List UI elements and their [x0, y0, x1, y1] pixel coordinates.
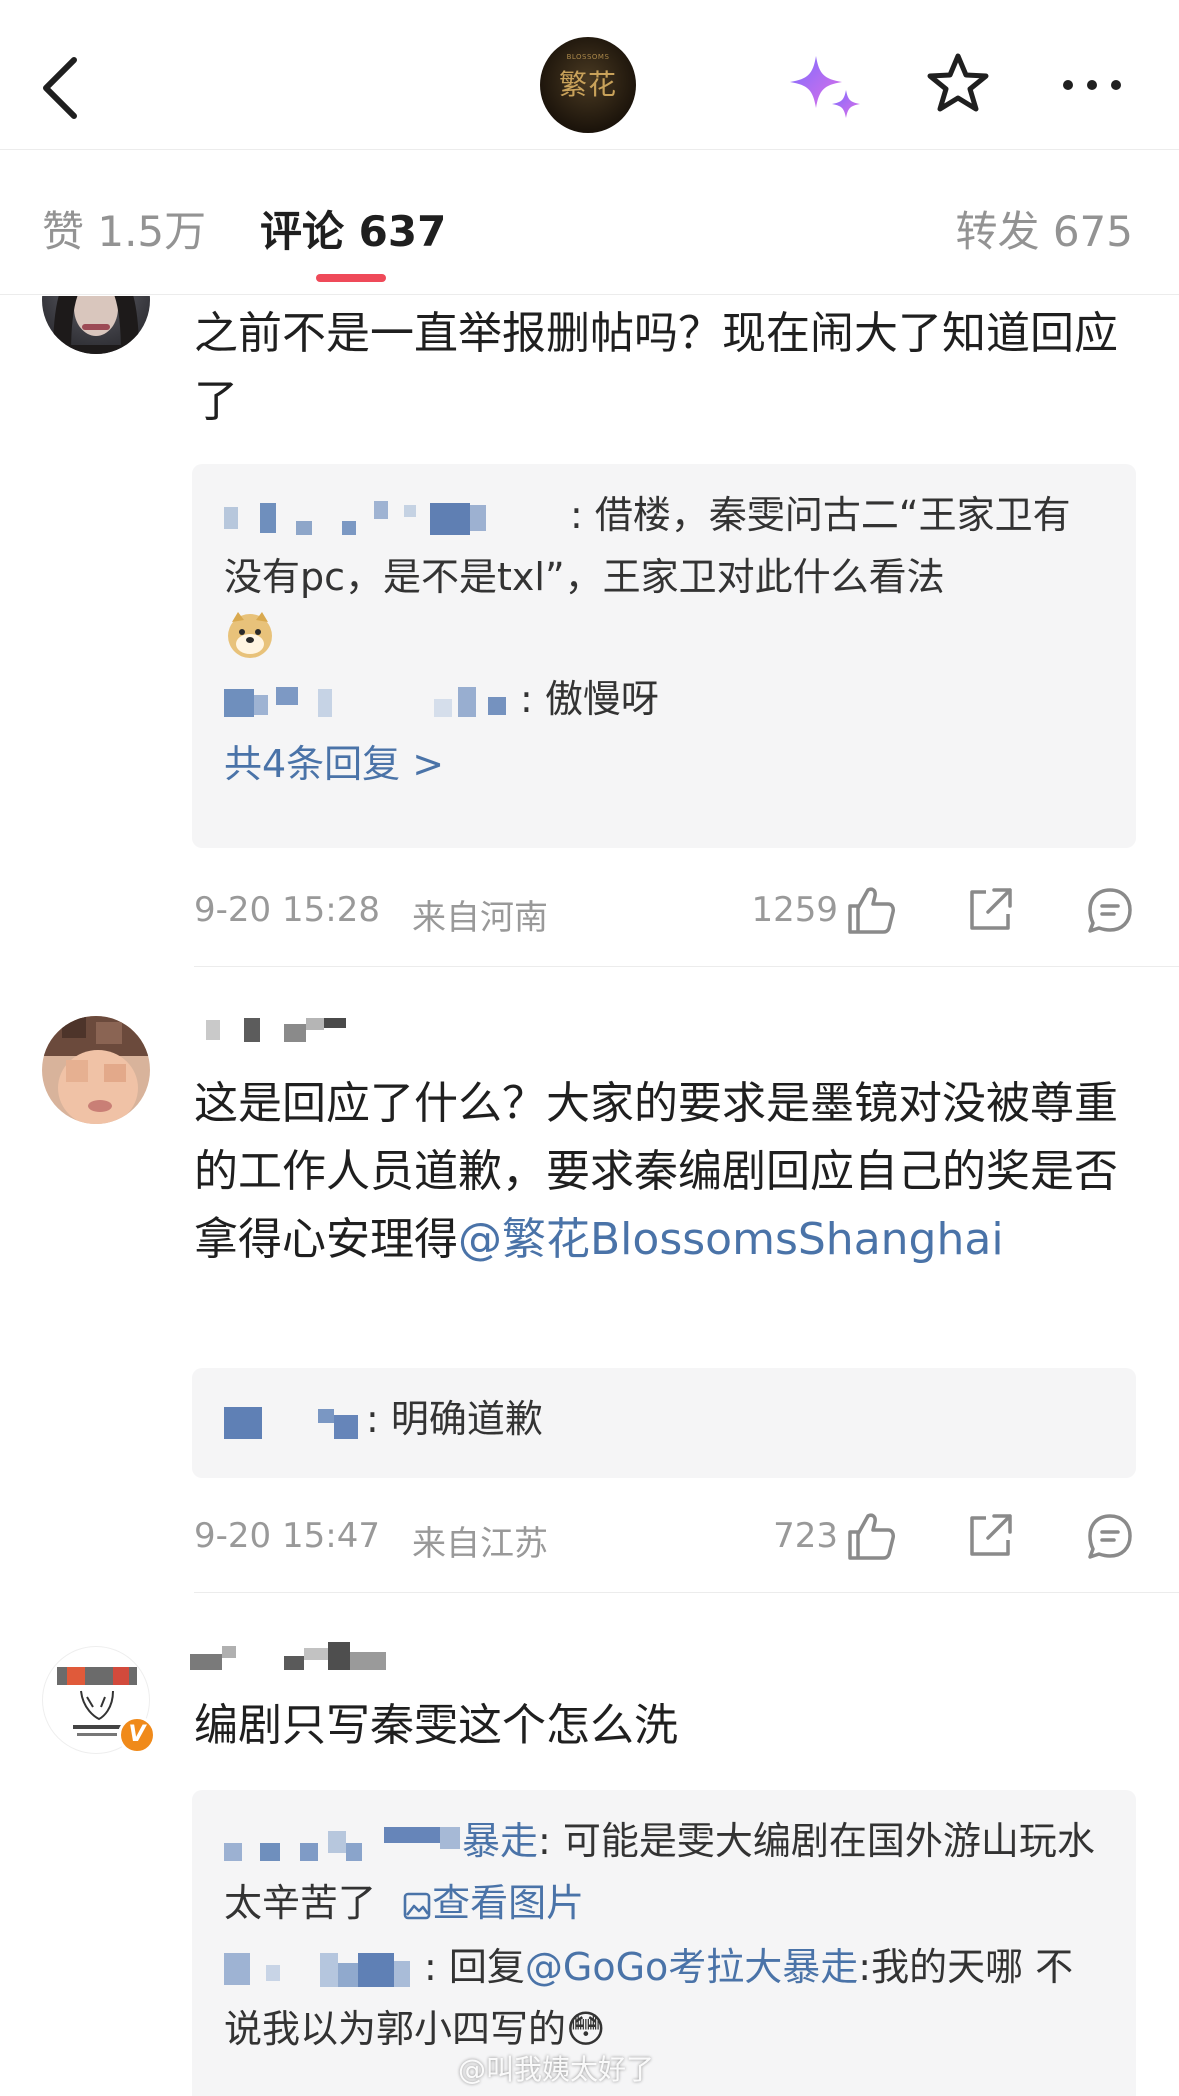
reply-item[interactable]: : 傲慢呀 — [224, 668, 1104, 730]
comment-list[interactable]: 之前不是一直举报删帖吗？现在闹大了知道回应了 : 借楼，秦雯问古二“王家卫有没有… — [0, 296, 1179, 2096]
ai-sparkle-icon[interactable] — [788, 52, 864, 122]
account-avatar-logo[interactable]: BLOSSOMS 繁花 — [540, 37, 636, 133]
reply-comment-icon[interactable] — [1082, 882, 1138, 938]
reply-box[interactable]: : 借楼，秦雯问古二“王家卫有没有pc，是不是txl”，王家卫对此什么看法: … — [192, 464, 1136, 848]
avatar-photo — [42, 1016, 150, 1124]
tab-bar: 赞 1.5万 评论 637 转发 675 — [0, 150, 1179, 295]
reply-username-tail[interactable]: 暴走 — [462, 1819, 538, 1863]
logo-small-text: BLOSSOMS — [566, 53, 610, 61]
divider — [194, 1592, 1179, 1593]
blurred-username[interactable] — [224, 1952, 424, 1987]
doge-emoji-icon — [224, 610, 276, 662]
mention-link[interactable]: @繁花BlossomsShanghai — [458, 1214, 1004, 1265]
reply-item[interactable]: : 回复@GoGo考拉大暴走:我的天哪 不说我以为郭小四写的😳 — [224, 1936, 1104, 2060]
blurred-username[interactable] — [224, 1826, 462, 1861]
back-arrow-icon[interactable] — [36, 48, 92, 128]
reply-box[interactable]: : 明确道歉 — [192, 1368, 1136, 1478]
view-all-replies-link[interactable]: 共4条回复 > — [224, 734, 1104, 794]
comment-location: 来自河南 — [412, 898, 548, 938]
reply-text: : 傲慢呀 — [520, 677, 659, 721]
view-image-link[interactable]: 查看图片 — [432, 1881, 584, 1925]
avatar-photo — [52, 296, 140, 354]
blurred-username[interactable] — [224, 1405, 366, 1439]
comment-time: 9-20 15:28 — [194, 890, 380, 930]
like-count: 723 — [773, 1516, 838, 1556]
thumbs-up-icon[interactable] — [842, 1508, 898, 1564]
tab-likes[interactable]: 赞 1.5万 — [42, 198, 206, 259]
watermark: @叫我姨太好了 — [458, 2053, 655, 2086]
avatar[interactable] — [42, 296, 150, 354]
thumbs-up-icon[interactable] — [842, 882, 898, 938]
share-icon[interactable] — [962, 882, 1018, 938]
avatar[interactable] — [42, 1016, 150, 1124]
blurred-username[interactable] — [224, 500, 570, 535]
logo-text: 繁花 — [558, 68, 617, 101]
share-icon[interactable] — [962, 1508, 1018, 1564]
blurred-username[interactable] — [206, 1018, 346, 1042]
active-tab-indicator — [316, 274, 386, 282]
comment-meta: 9-20 15:28 来自河南 1259 — [194, 882, 1144, 942]
comment-location: 来自江苏 — [412, 1524, 548, 1564]
reply-comment-icon[interactable] — [1082, 1508, 1138, 1564]
more-options-icon[interactable] — [1060, 70, 1124, 100]
blurred-username[interactable] — [190, 1642, 400, 1670]
blurred-username[interactable] — [224, 685, 520, 719]
tab-comments[interactable]: 评论 637 — [260, 198, 446, 259]
divider — [194, 966, 1179, 967]
reply-item[interactable]: : 借楼，秦雯问古二“王家卫有没有pc，是不是txl”，王家卫对此什么看法 — [224, 484, 1104, 608]
like-count: 1259 — [751, 890, 838, 930]
reply-item[interactable]: 暴走: 可能是雯大编剧在国外游山玩水太辛苦了 查看图片 — [224, 1810, 1104, 1934]
top-bar: BLOSSOMS 繁花 — [0, 0, 1179, 150]
comment-text: 之前不是一直举报删帖吗？现在闹大了知道回应了 — [194, 308, 1118, 427]
comment-text: 这是回应了什么？大家的要求是墨镜对没被尊重的工作人员道歉，要求秦编剧回应自己的奖… — [194, 1070, 1144, 1274]
image-icon[interactable] — [402, 1891, 432, 1921]
reply-text: : 明确道歉 — [366, 1397, 543, 1441]
tab-reposts[interactable]: 转发 675 — [955, 198, 1133, 259]
reply-text-prefix: : 回复 — [424, 1945, 525, 1989]
verified-badge-icon: V — [118, 1716, 156, 1754]
mention-link[interactable]: @GoGo考拉大暴走 — [525, 1945, 858, 1989]
comment-meta: 9-20 15:47 来自江苏 723 — [194, 1508, 1144, 1568]
reply-box[interactable]: 暴走: 可能是雯大编剧在国外游山玩水太辛苦了 查看图片 : 回复@GoGo考拉大… — [192, 1790, 1136, 2096]
comment-text: 编剧只写秦雯这个怎么洗 — [194, 1700, 678, 1751]
favorite-star-icon[interactable] — [924, 50, 992, 118]
comment-time: 9-20 15:47 — [194, 1516, 380, 1556]
reply-item[interactable]: : 明确道歉 — [224, 1388, 1104, 1450]
